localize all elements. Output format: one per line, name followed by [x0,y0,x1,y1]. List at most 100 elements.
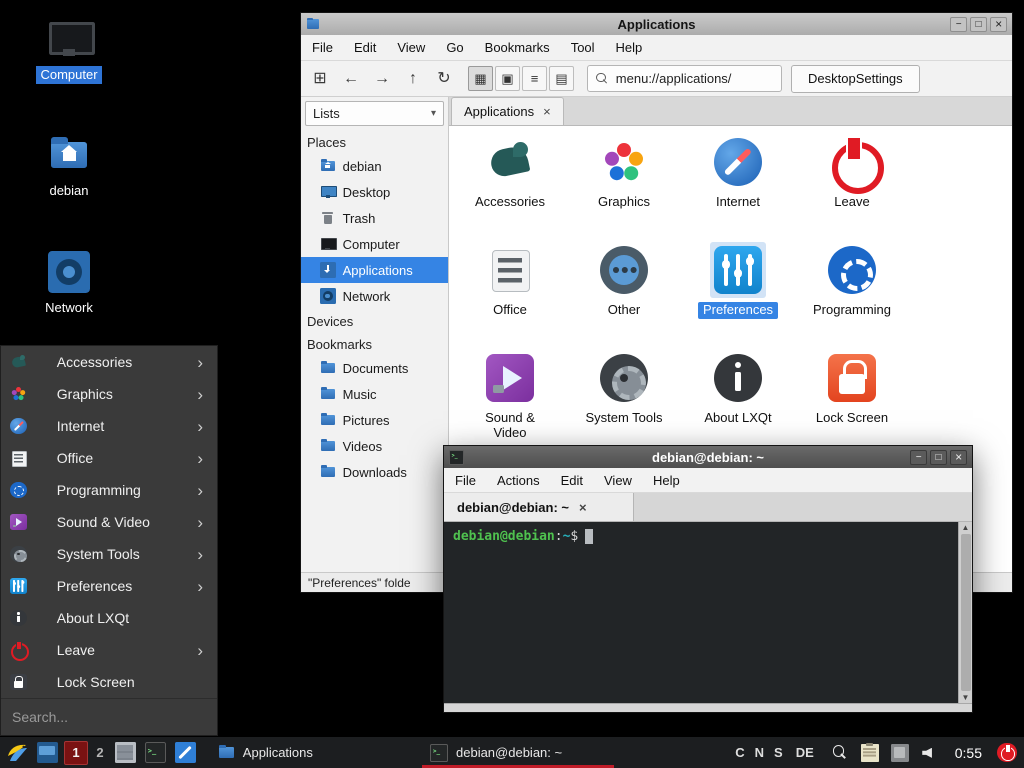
sidebar-item-applications[interactable]: Applications [301,257,448,283]
fm-titlebar[interactable]: Applications [301,13,1012,35]
num-lock-indicator[interactable]: N [755,745,764,760]
sidebar-item-music[interactable]: Music [301,381,448,407]
app-item-accessories[interactable]: Accessories [453,132,567,240]
app-menu-button[interactable] [4,740,30,766]
fm-close-button[interactable] [990,17,1007,32]
desktop-icon-network[interactable]: Network [27,251,111,317]
menu-item-internet[interactable]: Internet [1,410,217,442]
workspace-1-button[interactable]: 1 [64,741,88,765]
fm-menu-file[interactable]: File [312,40,333,55]
app-item-graphics[interactable]: Graphics [567,132,681,240]
keyboard-layout-indicator[interactable]: DE [796,745,814,760]
sidebar-item-desktop[interactable]: Desktop [301,179,448,205]
terminal-output[interactable]: debian@debian:~$ [444,522,958,703]
detailed-view-button[interactable] [549,66,574,91]
terminal-close-button[interactable] [950,450,967,465]
sidebar-item-downloads[interactable]: Downloads [301,459,448,485]
terminal-menu-edit[interactable]: Edit [561,473,583,488]
sidebar-mode-select[interactable]: Lists [305,101,444,126]
menu-item-programming[interactable]: Programming [1,474,217,506]
terminal-minimize-button[interactable] [910,450,927,465]
desktop-settings-button[interactable]: DesktopSettings [791,65,920,93]
icon-view-button[interactable] [468,66,493,91]
clock[interactable]: 0:55 [955,745,982,761]
menu-item-office[interactable]: Office [1,442,217,474]
tray-device[interactable] [887,740,913,766]
app-item-sound-video[interactable]: Sound & Video [453,348,567,456]
sidebar-item-trash[interactable]: Trash [301,205,448,231]
launcher-editor[interactable] [172,740,198,766]
reload-icon[interactable] [433,71,455,87]
thumbnail-view-button[interactable] [495,66,520,91]
app-item-other[interactable]: Other [567,240,681,348]
scroll-lock-indicator[interactable]: S [774,745,783,760]
taskbar-task-file-manager[interactable]: Applications [210,738,410,768]
fm-menu-help[interactable]: Help [616,40,643,55]
app-item-programming[interactable]: Programming [795,240,909,348]
caps-lock-indicator[interactable]: C [735,745,744,760]
launcher-terminal[interactable] [142,740,168,766]
fm-menu-tool[interactable]: Tool [571,40,595,55]
compact-view-button[interactable] [522,66,547,91]
tray-clipboard[interactable] [857,740,883,766]
tab-close-icon[interactable] [543,104,551,119]
scroll-up-icon[interactable]: ▲ [962,523,970,532]
app-item-internet[interactable]: Internet [681,132,795,240]
sidebar-item-computer[interactable]: Computer [301,231,448,257]
fm-maximize-button[interactable] [970,17,987,32]
new-tab-icon[interactable] [309,71,331,87]
fm-menu-edit[interactable]: Edit [354,40,376,55]
menu-item-sound-video[interactable]: Sound & Video [1,506,217,538]
fm-minimize-button[interactable] [950,17,967,32]
sidebar-item-network[interactable]: Network [301,283,448,309]
menu-item-preferences[interactable]: Preferences [1,570,217,602]
terminal-menu-actions[interactable]: Actions [497,473,540,488]
sidebar-item-pictures[interactable]: Pictures [301,407,448,433]
sidebar-item-videos[interactable]: Videos [301,433,448,459]
trash-icon [320,210,336,226]
tab-close-icon[interactable] [579,500,587,515]
workspace-2-button[interactable]: 2 [92,741,108,765]
desktop-icon-computer[interactable]: Computer [27,18,111,84]
terminal-maximize-button[interactable] [930,450,947,465]
terminal-menu-help[interactable]: Help [653,473,680,488]
menu-item-graphics[interactable]: Graphics [1,378,217,410]
menu-item-system-tools[interactable]: System Tools [1,538,217,570]
address-bar[interactable]: menu://applications/ [587,65,782,92]
up-icon[interactable] [402,71,424,87]
app-item-lock-screen[interactable]: Lock Screen [795,348,909,456]
terminal-scrollbar[interactable]: ▲ ▼ [958,522,972,703]
app-item-preferences[interactable]: Preferences [681,240,795,348]
show-desktop-button[interactable] [34,740,60,766]
power-button[interactable] [994,740,1020,766]
scrollbar-thumb[interactable] [961,534,971,691]
sidebar-item-debian[interactable]: debian [301,153,448,179]
app-item-office[interactable]: Office [453,240,567,348]
fm-menu-bookmarks[interactable]: Bookmarks [485,40,550,55]
terminal-titlebar[interactable]: debian@debian: ~ [444,446,972,468]
menu-item-about-lxqt[interactable]: About LXQt [1,602,217,634]
menu-search-input[interactable] [1,698,217,735]
app-item-leave[interactable]: Leave [795,132,909,240]
fm-menu-go[interactable]: Go [446,40,463,55]
sidebar-item-documents[interactable]: Documents [301,355,448,381]
taskbar-task-terminal[interactable]: debian@debian: ~ [422,738,614,768]
tab-applications[interactable]: Applications [451,97,564,125]
menu-item-accessories[interactable]: Accessories [1,346,217,378]
back-icon[interactable] [340,71,362,87]
terminal-body[interactable]: debian@debian:~$ ▲ ▼ [444,522,972,703]
terminal-menu-view[interactable]: View [604,473,632,488]
launcher-file-cabinet[interactable] [112,740,138,766]
terminal-tab[interactable]: debian@debian: ~ [444,493,634,521]
tray-magnifier[interactable] [827,740,853,766]
forward-icon[interactable] [371,71,393,87]
desktop-icon-debian[interactable]: debian [27,134,111,200]
tray-volume[interactable] [917,740,943,766]
menu-item-leave[interactable]: Leave [1,634,217,666]
terminal-menu-file[interactable]: File [455,473,476,488]
app-item-about-lxqt[interactable]: About LXQt [681,348,795,456]
menu-item-lock-screen[interactable]: Lock Screen [1,666,217,698]
app-item-system-tools[interactable]: System Tools [567,348,681,456]
scroll-down-icon[interactable]: ▼ [962,693,970,702]
fm-menu-view[interactable]: View [397,40,425,55]
